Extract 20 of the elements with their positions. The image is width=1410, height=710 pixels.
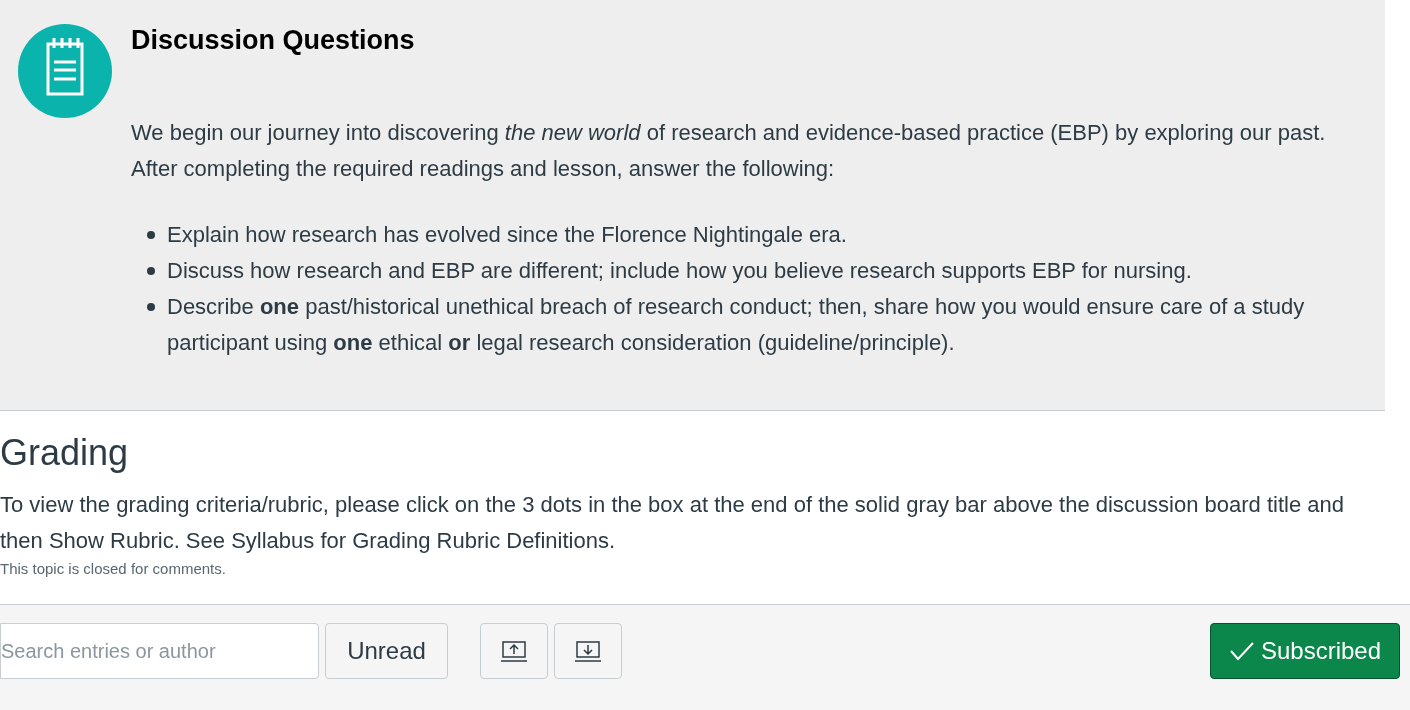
grading-text: To view the grading criteria/rubric, please click on the 3 dots in the box at the end of the solid gray bar above the discussion board title and then Show Rubric. See Syllabus for Grading Rubric Definitions. <box>0 491 1345 555</box>
notepad-icon <box>18 24 112 118</box>
download-arrow-icon <box>575 640 601 662</box>
upload-arrow-icon <box>501 640 527 662</box>
bullet-icon <box>147 230 155 239</box>
subscribed-button[interactable]: Subscribed <box>1210 623 1400 679</box>
question-item: Describe one past/historical unethical breach of research conduct; then, share how you would ensure care of a study participant using one ethical or legal research consideration (guideline/principle). <box>167 292 1306 357</box>
check-icon <box>1228 641 1255 661</box>
bullet-icon <box>147 302 155 311</box>
intro-paragraph: We begin our journey into discovering the new world of research and evidence-based practice (EBP) by exploring our past. After completing the required readings and lesson, answer the following: <box>131 118 1327 183</box>
discussion-title: Discussion Questions <box>131 24 416 57</box>
unread-button[interactable]: Unread <box>325 623 448 679</box>
bullet-icon <box>147 266 155 275</box>
search-field[interactable]: Search entries or author <box>0 623 319 679</box>
closed-note: This topic is closed for comments. <box>0 559 227 579</box>
question-item: Discuss how research and EBP are different; include how you believe research supports EBP for nursing. <box>167 256 1192 285</box>
collapse-button[interactable] <box>480 623 548 679</box>
question-item: Explain how research has evolved since the Florence Nightingale era. <box>167 220 847 249</box>
grading-heading: Grading <box>0 431 130 475</box>
expand-button[interactable] <box>554 623 622 679</box>
